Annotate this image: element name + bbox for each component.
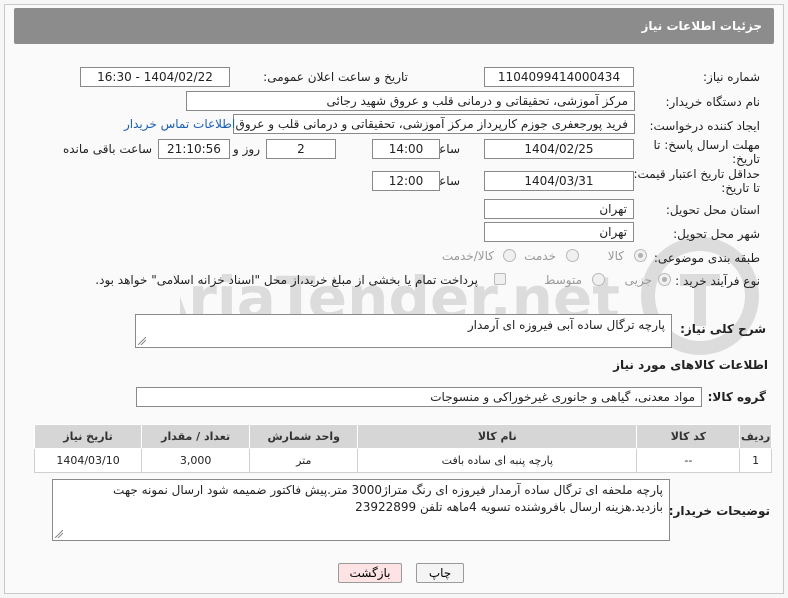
province-label: استان محل تحویل: xyxy=(665,203,760,217)
creator-field: فرید پورجعفری جوزم کارپرداز مرکز آموزشی،… xyxy=(233,114,635,134)
goods-group-field: مواد معدنی، گیاهی و جانوری غیرخوراکی و م… xyxy=(136,387,702,407)
back-button[interactable]: بازگشت xyxy=(338,563,402,583)
goods-section-title: اطلاعات کالاهای مورد نیاز xyxy=(613,358,768,372)
buyer-notes-field: پارچه ملحفه ای ترگال ساده آرمدار فیروزه … xyxy=(52,479,670,541)
remaining-time-field: 21:10:56 xyxy=(158,139,230,159)
validity-label-2: تا تاریخ: xyxy=(721,181,760,195)
resize-grip-icon[interactable] xyxy=(55,530,63,538)
cell-item-name: پارچه پنبه ای ساده بافت xyxy=(357,448,638,473)
summary-text: پارچه ترگال ساده آبی فیروزه ای آرمدار xyxy=(467,318,665,332)
summary-label: شرح کلی نیاز: xyxy=(680,322,766,336)
summary-field: پارچه ترگال ساده آبی فیروزه ای آرمدار xyxy=(135,314,672,348)
purchase-radio-minor-label: جزیی xyxy=(624,273,652,287)
deadline-days-label: روز و xyxy=(233,142,260,156)
page-header: جزئیات اطلاعات نیاز xyxy=(14,8,774,44)
city-field: تهران xyxy=(484,222,634,242)
buyer-notes-text: پارچه ملحفه ای ترگال ساده آرمدار فیروزه … xyxy=(113,483,663,514)
col-item-code: کد کالا xyxy=(636,424,741,449)
cell-row-number: 1 xyxy=(739,448,772,473)
province-field: تهران xyxy=(484,199,634,219)
category-radio-goods-label: کالا xyxy=(607,249,624,263)
deadline-label-1: مهلت ارسال پاسخ: تا xyxy=(653,138,760,152)
table-row: 1 -- پارچه پنبه ای ساده بافت متر 3,000 1… xyxy=(33,448,772,473)
validity-label-1: حداقل تاریخ اعتبار قیمت: xyxy=(633,167,760,181)
announce-label: تاریخ و ساعت اعلان عمومی: xyxy=(263,70,408,84)
deadline-days-field: 2 xyxy=(266,139,336,159)
category-radio-service[interactable] xyxy=(566,249,579,262)
deadline-date-field: 1404/02/25 xyxy=(484,139,634,159)
category-radio-goods[interactable] xyxy=(634,249,647,262)
validity-date-field: 1404/03/31 xyxy=(484,171,634,191)
category-radio-service-label: خدمت xyxy=(524,249,556,263)
col-row-number: ردیف xyxy=(739,424,772,449)
col-need-date: تاریخ نیاز xyxy=(33,424,143,449)
buyer-contact-link[interactable]: اطلاعات تماس خریدار xyxy=(124,117,235,131)
cell-unit: متر xyxy=(249,448,359,473)
col-unit: واحد شمارش xyxy=(249,424,359,449)
remaining-time-label: ساعت باقی مانده xyxy=(62,142,152,156)
need-number-label: شماره نیاز: xyxy=(703,70,760,84)
treasury-payment-checkbox[interactable] xyxy=(494,273,506,285)
category-label: طبقه بندی موضوعی: xyxy=(653,251,760,265)
purchase-radio-medium-label: متوسط xyxy=(544,273,582,287)
buyer-notes-label: توضیحات خریدار: xyxy=(668,504,770,518)
treasury-payment-note: پرداخت تمام یا بخشی از مبلغ خرید،از محل … xyxy=(95,273,478,287)
purchase-type-label: نوع فرآیند خرید : xyxy=(675,274,760,288)
buyer-label: نام دستگاه خریدار: xyxy=(665,95,761,109)
purchase-radio-minor[interactable] xyxy=(658,273,671,286)
print-button[interactable]: چاپ xyxy=(416,563,464,583)
deadline-label-2: تاریخ: xyxy=(732,152,760,166)
city-label: شهر محل تحویل: xyxy=(673,227,760,241)
deadline-time-field: 14:00 xyxy=(372,139,440,159)
goods-group-label: گروه کالا: xyxy=(707,390,766,404)
buyer-field: مرکز آموزشی، تحقیقاتی و درمانی قلب و عرو… xyxy=(186,91,635,111)
items-table-header: ردیف کد کالا نام کالا واحد شمارش تعداد /… xyxy=(33,424,772,449)
category-radio-both-label: کالا/خدمت xyxy=(441,249,494,263)
resize-grip-icon[interactable] xyxy=(138,337,146,345)
cell-quantity: 3,000 xyxy=(141,448,251,473)
validity-time-field: 12:00 xyxy=(372,171,440,191)
announce-field: 1404/02/22 - 16:30 xyxy=(80,67,230,87)
purchase-radio-medium[interactable] xyxy=(592,273,605,286)
creator-label: ایجاد کننده درخواست: xyxy=(649,119,760,133)
items-table: ردیف کد کالا نام کالا واحد شمارش تعداد /… xyxy=(33,424,772,473)
cell-need-date: 1404/03/10 xyxy=(33,448,143,473)
need-number-field: 1104099414000434 xyxy=(484,67,634,87)
col-item-name: نام کالا xyxy=(357,424,638,449)
category-radio-both[interactable] xyxy=(503,249,516,262)
cell-item-code: -- xyxy=(636,448,741,473)
col-quantity: تعداد / مقدار xyxy=(141,424,251,449)
